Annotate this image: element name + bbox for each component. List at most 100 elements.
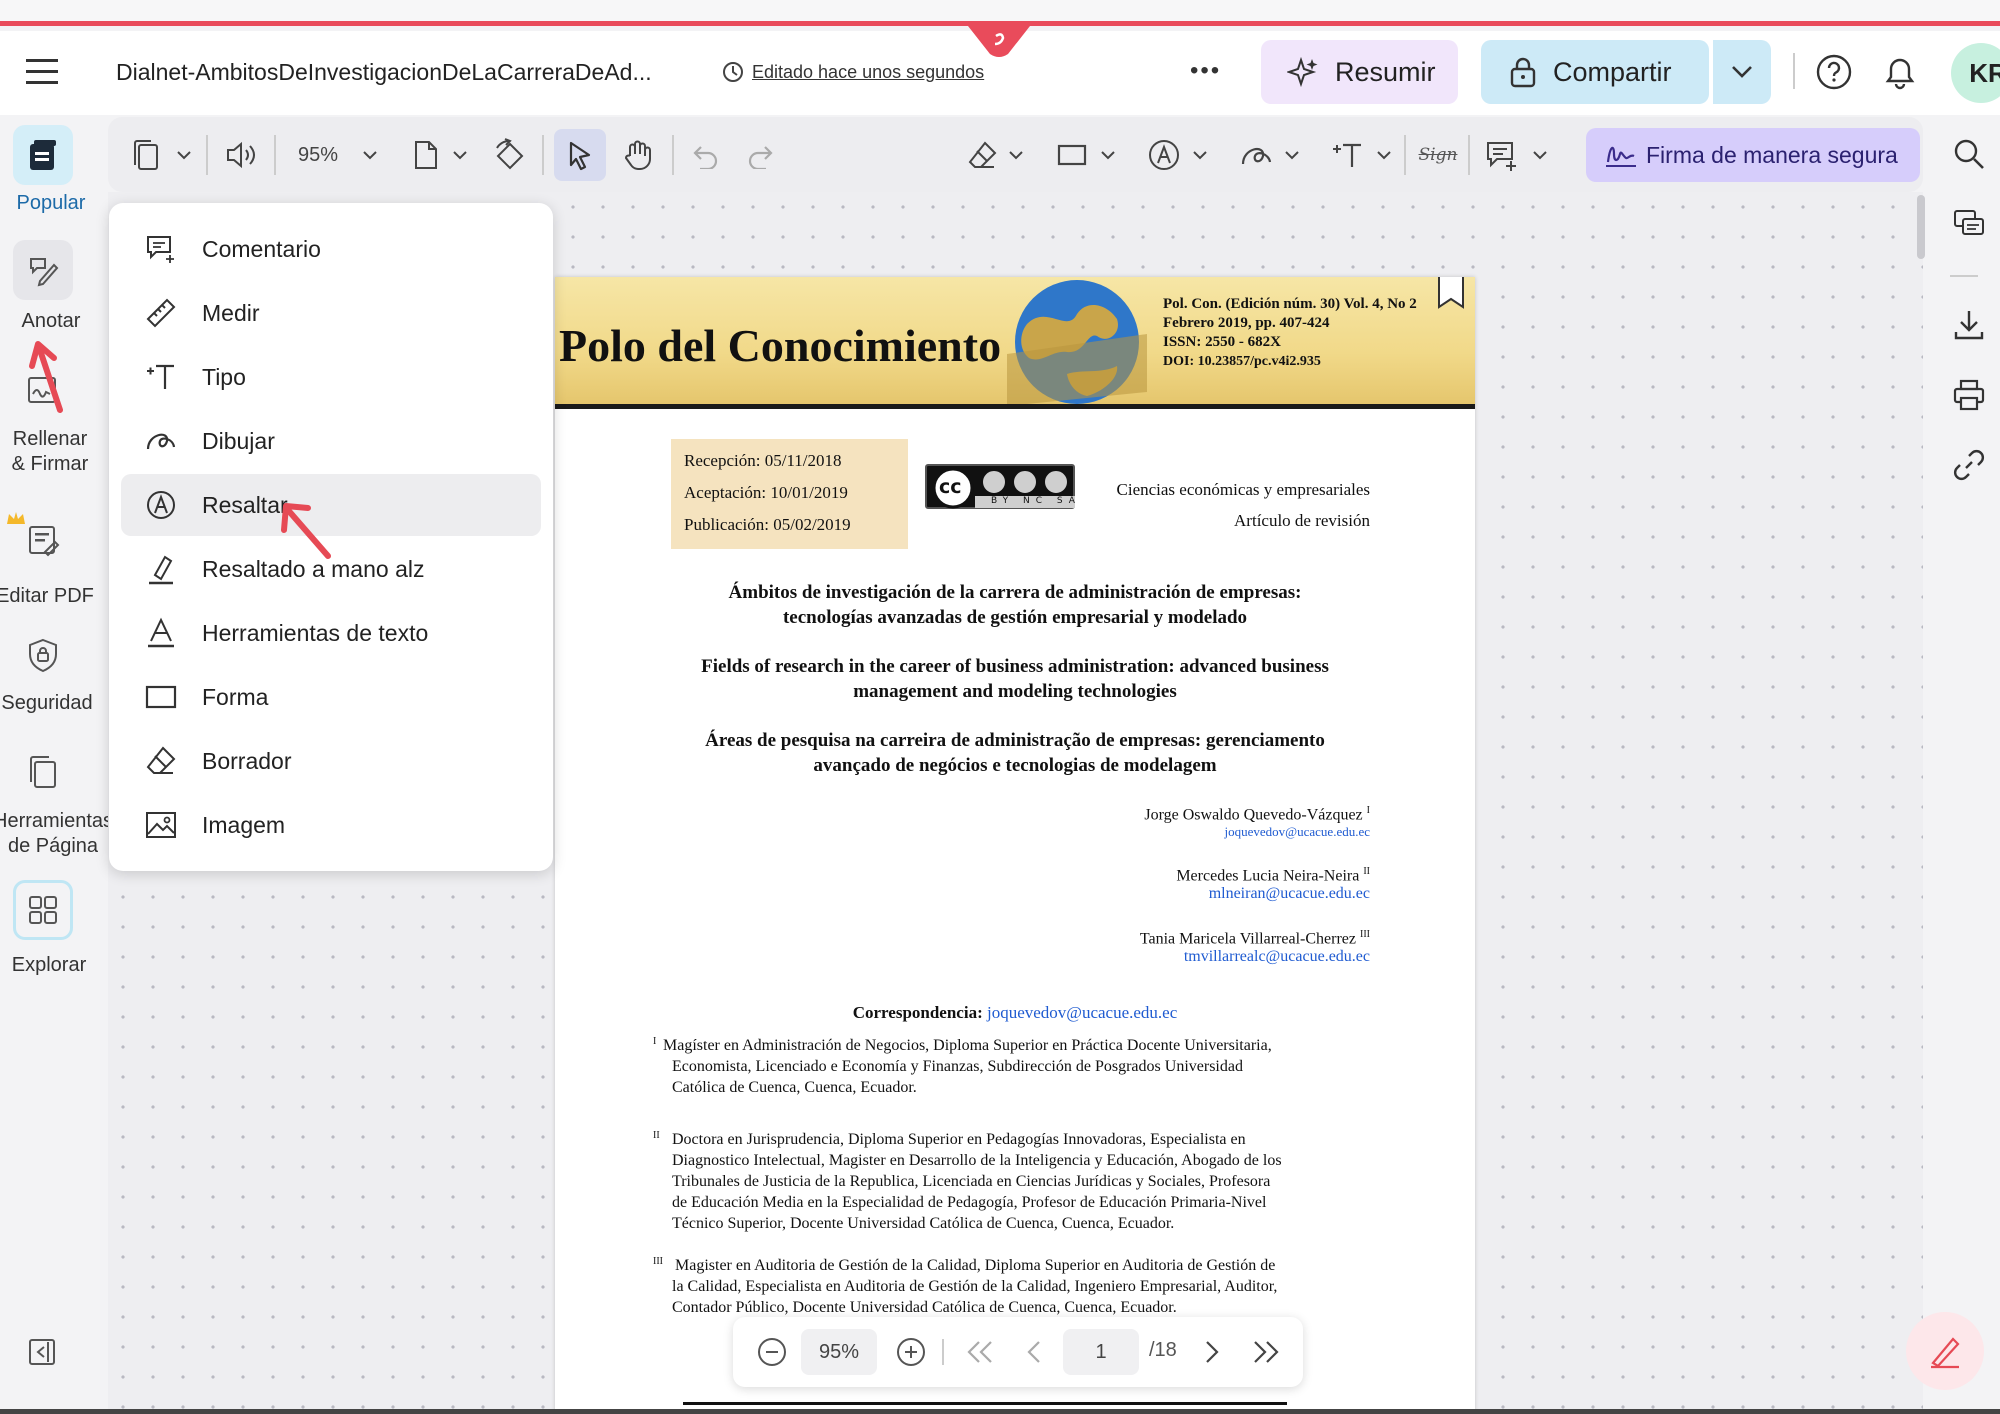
title-line: Áreas de pesquisa na carreira de adminis… <box>705 730 1325 751</box>
rotate-icon[interactable] <box>492 135 528 175</box>
rail-item-popular[interactable]: Popular <box>0 191 104 216</box>
hamburger-menu-icon[interactable] <box>26 57 60 87</box>
notifications-bell-icon[interactable] <box>1882 53 1918 91</box>
eraser-icon[interactable] <box>964 135 1000 175</box>
last-page-icon[interactable] <box>1251 1339 1281 1365</box>
next-page-icon[interactable] <box>1201 1339 1221 1365</box>
affiliation-line: de Educación Media en la Especialidad de… <box>672 1194 1267 1211</box>
text-type-icon <box>144 360 178 394</box>
menu-item-comment[interactable]: Comentario <box>121 218 541 280</box>
journal-info: Pol. Con. (Edición núm. 30) Vol. 4, No 2… <box>1163 295 1417 371</box>
pages-icon[interactable] <box>128 135 164 175</box>
chevron-down-icon[interactable] <box>1098 135 1118 175</box>
page-footer-rule <box>683 1402 1287 1405</box>
edit-status-link[interactable]: Editado hace unos segundos <box>752 62 984 83</box>
share-button[interactable]: Compartir <box>1481 40 1709 104</box>
rail-item-page-tools[interactable]: Herramientas de Página <box>0 809 118 859</box>
print-icon[interactable] <box>1952 378 1986 412</box>
help-icon[interactable] <box>1815 53 1853 91</box>
menu-item-eraser[interactable]: Borrador <box>121 730 541 792</box>
author-email[interactable]: tmvillarrealc@ucacue.edu.ec <box>1140 948 1370 966</box>
chevron-down-icon[interactable] <box>1282 135 1302 175</box>
highlight-icon[interactable] <box>1146 135 1182 175</box>
popular-nav-icon[interactable] <box>13 125 73 185</box>
correspondence-email[interactable]: joquevedov@ucacue.edu.ec <box>987 1003 1177 1022</box>
pager-zoom-value[interactable]: 95% <box>801 1329 877 1375</box>
link-icon[interactable] <box>1952 448 1986 482</box>
menu-item-draw[interactable]: Dibujar <box>121 410 541 472</box>
author-block: Tania Maricela Villarreal-Cherrez III tm… <box>1140 929 1370 966</box>
zoom-chevron-down-icon[interactable] <box>360 135 380 175</box>
author-name-text: Jorge Oswaldo Quevedo-Vázquez <box>1144 806 1363 824</box>
undo-icon[interactable] <box>686 135 722 175</box>
floating-annotate-button[interactable] <box>1906 1312 1984 1390</box>
more-options-button[interactable]: ••• <box>1190 57 1221 85</box>
secure-sign-button[interactable]: Firma de manera segura <box>1586 128 1920 182</box>
chevron-down-icon[interactable] <box>450 135 470 175</box>
menu-item-image[interactable]: Imagem <box>121 794 541 856</box>
select-arrow-icon[interactable] <box>554 129 606 181</box>
menu-item-label: Forma <box>202 683 269 710</box>
explore-grid-icon[interactable] <box>13 880 73 940</box>
search-icon[interactable] <box>1952 137 1986 171</box>
security-shield-icon[interactable] <box>13 625 73 685</box>
zoom-out-icon[interactable] <box>757 1337 787 1367</box>
app-logo-tab <box>968 26 1030 58</box>
divider <box>672 135 674 175</box>
vertical-scrollbar[interactable] <box>1917 195 1925 259</box>
menu-item-measure[interactable]: Medir <box>121 282 541 344</box>
bookmark-icon[interactable] <box>1435 277 1467 311</box>
globe-logo <box>1007 277 1147 404</box>
summarize-button[interactable]: Resumir <box>1261 40 1458 104</box>
affiliation-line: Magister en Auditoria de Gestión de la C… <box>675 1257 1276 1274</box>
chevron-down-icon[interactable] <box>1006 135 1026 175</box>
author-email[interactable]: mlneiran@ucacue.edu.ec <box>1176 885 1370 903</box>
pdf-page[interactable]: Polo del Conocimiento Pol. Con. (Edición… <box>555 277 1475 1414</box>
affiliation-line: Técnico Superior, Docente Universidad Ca… <box>672 1215 1175 1232</box>
affiliation-line: Diagnostico Intelectual, Magister en Des… <box>672 1152 1282 1169</box>
avatar-initials: KR <box>1969 57 2000 88</box>
rail-item-explore[interactable]: Explorar <box>0 953 102 978</box>
cc-logo-text: cc <box>939 476 962 498</box>
add-comment-icon[interactable] <box>1484 135 1520 175</box>
author-email[interactable]: joquevedov@ucacue.edu.ec <box>1144 824 1370 840</box>
user-avatar[interactable]: KR <box>1951 43 2000 103</box>
comments-panel-icon[interactable] <box>1952 207 1986 241</box>
menu-item-shape[interactable]: Forma <box>121 666 541 728</box>
share-options-chevron-icon[interactable] <box>1711 40 1771 104</box>
draw-icon[interactable] <box>1238 135 1274 175</box>
rail-item-edit-pdf[interactable]: Editar PDF <box>0 584 98 609</box>
hand-pan-icon[interactable] <box>618 135 658 175</box>
sparkle-icon <box>1287 56 1319 88</box>
menu-item-type[interactable]: Tipo <box>121 346 541 408</box>
page-view-icon[interactable] <box>410 135 442 175</box>
document-title: Dialnet-AmbitosDeInvestigacionDeLaCarrer… <box>116 59 652 85</box>
rail-item-security[interactable]: Seguridad <box>0 691 100 716</box>
chevron-down-icon[interactable] <box>174 135 194 175</box>
sign-icon[interactable]: Sign <box>1418 135 1458 175</box>
redo-icon[interactable] <box>744 135 780 175</box>
previous-page-icon[interactable] <box>1025 1339 1045 1365</box>
collapse-panel-icon[interactable] <box>27 1337 57 1367</box>
page-tools-nav-icon[interactable] <box>13 742 73 802</box>
share-label: Compartir <box>1553 56 1672 87</box>
add-text-icon[interactable] <box>1330 135 1366 175</box>
chevron-down-icon[interactable] <box>1190 135 1210 175</box>
rectangle-shape-icon[interactable] <box>1054 135 1090 175</box>
rail-item-fill-sign[interactable]: Rellenar & Firmar <box>0 427 110 477</box>
chevron-down-icon[interactable] <box>1374 135 1394 175</box>
first-page-icon[interactable] <box>965 1339 995 1365</box>
menu-item-label: Herramientas de texto <box>202 619 429 646</box>
current-page-input[interactable]: 1 <box>1063 1329 1139 1375</box>
zoom-value[interactable]: 95% <box>288 135 348 175</box>
download-icon[interactable] <box>1952 308 1986 342</box>
menu-item-text-tools[interactable]: Herramientas de texto <box>121 602 541 664</box>
chevron-down-icon[interactable] <box>1530 135 1550 175</box>
annotate-nav-icon[interactable] <box>13 240 73 300</box>
zoom-in-icon[interactable] <box>896 1337 926 1367</box>
edit-pdf-nav-icon[interactable] <box>13 510 73 570</box>
rail-item-annotate[interactable]: Anotar <box>0 309 104 334</box>
browser-tab-strip <box>0 0 2000 26</box>
read-aloud-icon[interactable] <box>222 135 262 175</box>
correspondence-label: Correspondencia: <box>852 1003 983 1022</box>
